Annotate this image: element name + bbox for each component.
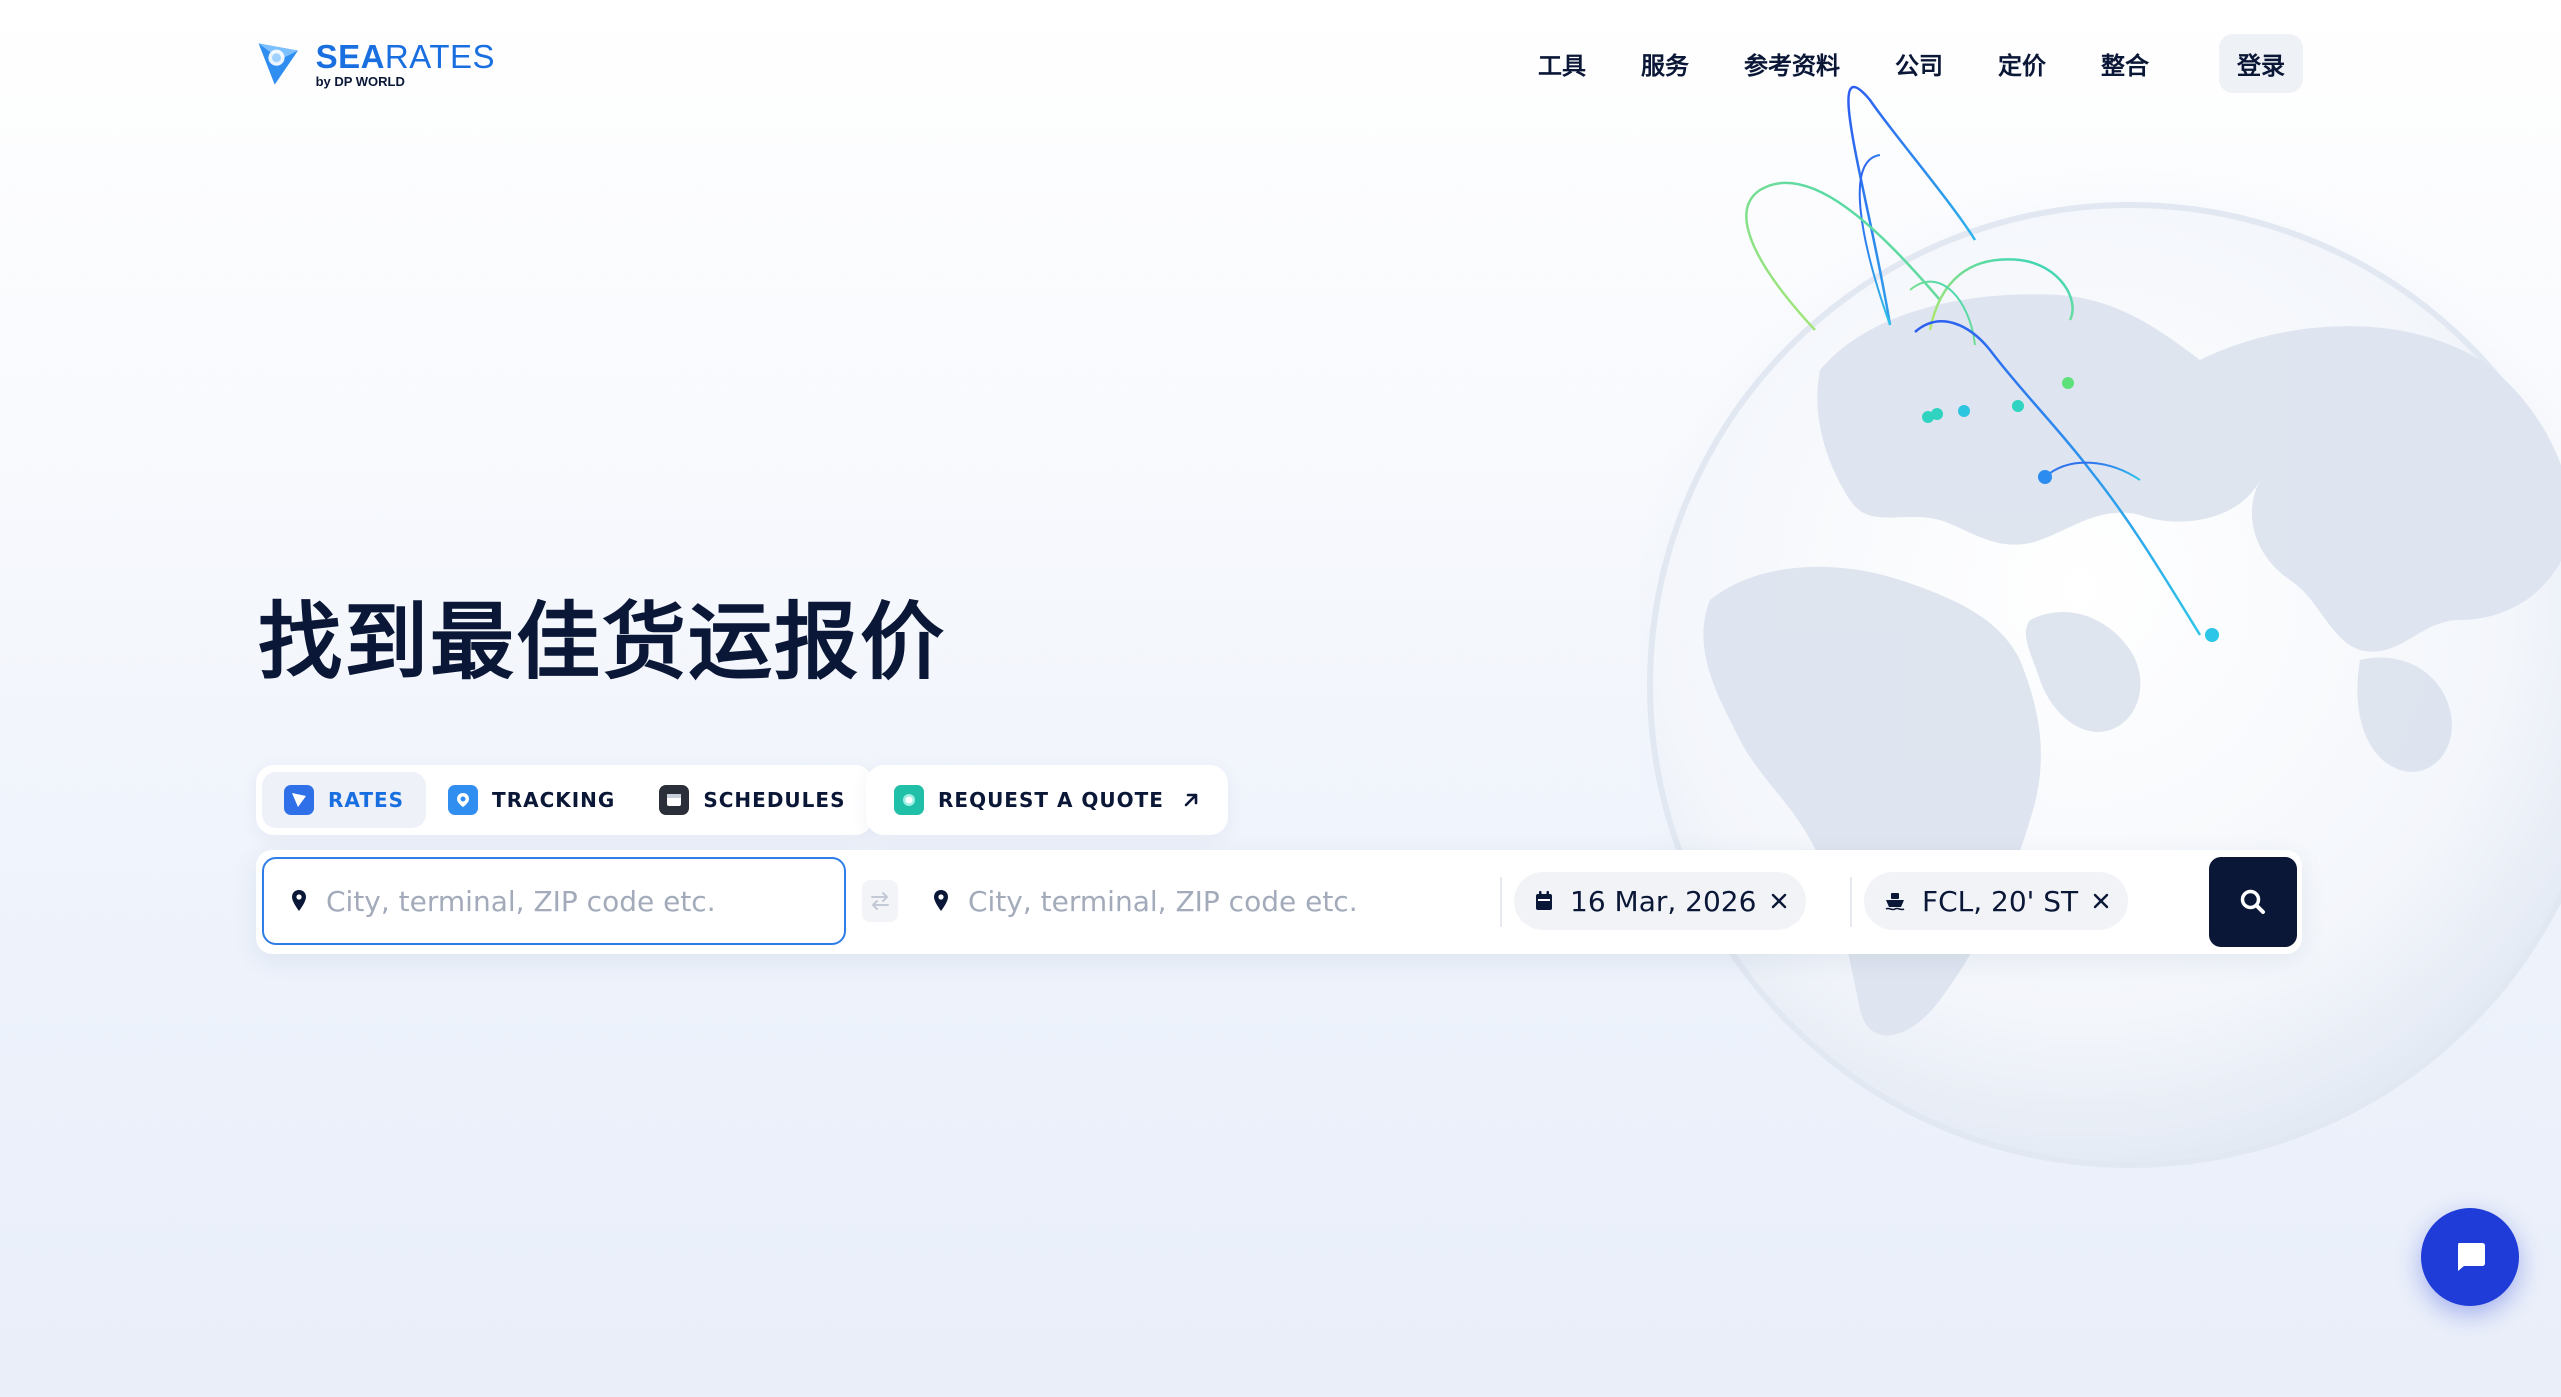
chat-button[interactable] (2421, 1208, 2519, 1306)
tab-tracking[interactable]: TRACKING (426, 772, 637, 828)
logo-brand-light: RATES (384, 38, 495, 75)
nav-item-tools[interactable]: 工具 (1538, 46, 1586, 81)
rates-icon (284, 785, 314, 815)
logo[interactable]: SEARATES by DP WORLD (255, 34, 495, 94)
location-pin-icon (292, 890, 306, 911)
origin-input[interactable] (324, 883, 828, 919)
location-pin-icon (934, 890, 948, 911)
container-type-chip[interactable]: FCL, 20' ST (1864, 872, 2129, 930)
globe-svg (1610, 85, 2561, 1205)
tab-rates-label: RATES (328, 788, 405, 812)
tab-rates[interactable]: RATES (262, 772, 427, 828)
date-chip[interactable]: 16 Mar, 2026 (1514, 872, 1807, 930)
chat-icon (2458, 1243, 2485, 1271)
logo-subtitle: by DP WORLD (315, 74, 405, 89)
arrow-up-right-icon (1184, 793, 1198, 807)
search-icon (2240, 889, 2265, 914)
schedules-icon (659, 785, 690, 815)
globe-illustration (1610, 60, 2561, 1205)
quote-icon (894, 785, 924, 815)
search-button[interactable] (2209, 857, 2297, 947)
tab-schedules-label: SCHEDULES (703, 788, 846, 812)
clear-container-icon[interactable] (2092, 892, 2110, 910)
request-quote-label: REQUEST A QUOTE (938, 788, 1164, 812)
destination-input[interactable] (966, 883, 1470, 919)
search-mode-tabs: RATES TRACKING SCHEDULES (256, 765, 874, 835)
swap-locations-button[interactable] (862, 880, 898, 922)
date-value: 16 Mar, 2026 (1570, 884, 1757, 918)
logo-brand-strong: SEA (315, 38, 385, 75)
calendar-icon (1536, 891, 1552, 910)
field-divider (1850, 877, 1852, 927)
tab-tracking-label: TRACKING (492, 788, 616, 812)
freight-search-bar: 16 Mar, 2026 FCL, 20' ST (256, 850, 2302, 954)
container-type-value: FCL, 20' ST (1922, 884, 2079, 918)
field-divider (1500, 877, 1502, 927)
searates-logo-icon (258, 43, 298, 85)
clear-date-icon[interactable] (1770, 892, 1788, 910)
request-quote-button[interactable]: REQUEST A QUOTE (866, 765, 1228, 835)
tab-schedules[interactable]: SCHEDULES (637, 772, 867, 828)
hero-title: 找到最佳货运报价 (258, 593, 947, 691)
ship-icon (1885, 893, 1905, 911)
logo-brand: SEARATES (316, 40, 495, 73)
origin-field[interactable] (262, 857, 846, 945)
swap-icon (871, 892, 889, 910)
tracking-icon (448, 785, 479, 815)
